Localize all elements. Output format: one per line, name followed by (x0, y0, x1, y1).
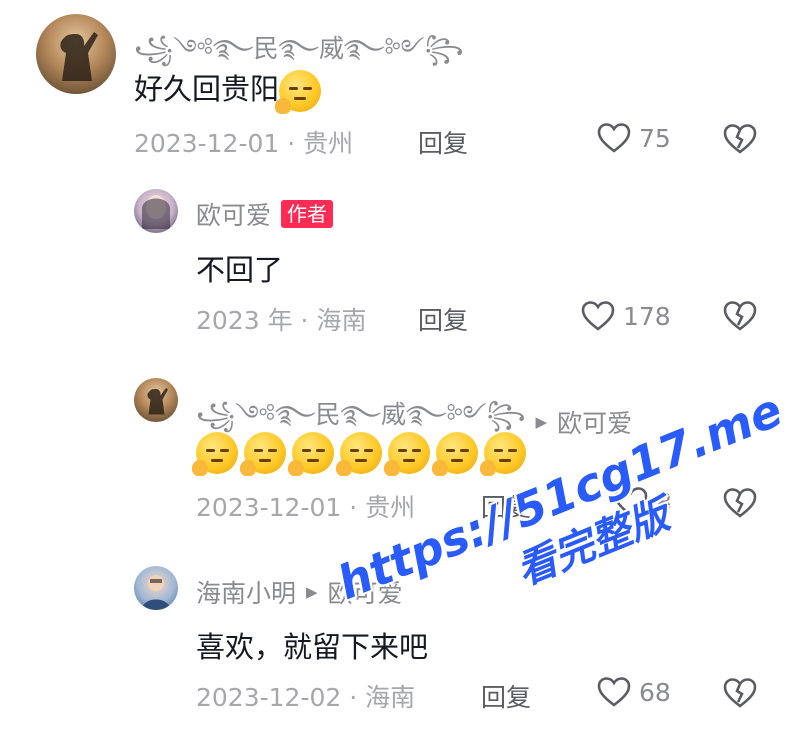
dislike-button[interactable] (723, 300, 757, 332)
thinking-face-emoji (288, 432, 334, 476)
dislike-button[interactable] (723, 677, 757, 709)
reply-to-name[interactable]: 欧可爱 (328, 574, 403, 610)
triangle-right-icon: ▶ (535, 412, 548, 431)
commenter-name-text[interactable]: 海南小明 (196, 574, 296, 610)
like-button[interactable]: 178 (581, 300, 671, 332)
separator-dot: · (349, 683, 358, 712)
avatar-commenter-1-small[interactable] (134, 378, 178, 422)
triangle-right-icon: ▶ (306, 583, 318, 601)
thinking-face-emoji (384, 432, 430, 476)
author-badge: 作者 (281, 200, 334, 228)
comment-location: 海南 (316, 306, 367, 335)
dislike-button[interactable] (723, 123, 757, 155)
reply-header: 海南小明 ▶ 欧可爱 (196, 574, 403, 610)
separator-dot: · (287, 129, 296, 158)
dislike-button[interactable] (723, 487, 757, 519)
heart-outline-icon (581, 300, 615, 332)
thinking-face-emoji (275, 70, 322, 114)
like-count: 68 (639, 677, 671, 707)
author-name-text[interactable]: 欧可爱 (196, 196, 271, 232)
author-name[interactable]: 欧可爱 作者 (196, 196, 334, 232)
emoji-row (192, 432, 532, 476)
avatar-commenter-4[interactable] (134, 566, 178, 610)
comment-date: 2023-12-02 (196, 683, 342, 712)
comment-text: 好久回贵阳 (134, 66, 327, 114)
like-count: 8 (656, 487, 672, 517)
separator-dot: · (300, 306, 309, 335)
heart-outline-icon (597, 122, 631, 154)
comment-meta: 2023-12-01 · 贵州 (134, 124, 353, 160)
broken-heart-icon (723, 487, 757, 519)
comment-location: 海南 (365, 683, 416, 712)
heart-outline-icon (597, 676, 631, 708)
comment-text-content: 好久回贵阳 (134, 72, 280, 106)
avatar-commenter-1[interactable] (36, 14, 116, 94)
thinking-face-emoji (480, 432, 526, 476)
comment-location: 贵州 (303, 129, 354, 158)
comment-date: 2023-12-01 (134, 129, 280, 158)
separator-dot: · (349, 493, 358, 522)
thinking-face-emoji (432, 432, 478, 476)
comment-text: 喜欢，就留下来吧 (196, 630, 429, 664)
like-button[interactable]: 75 (597, 122, 671, 154)
comment-meta: 2023-12-01 · 贵州 (196, 488, 415, 524)
broken-heart-icon (723, 123, 757, 155)
reply-button[interactable]: 回复 (481, 678, 531, 714)
comment-location: 贵州 (365, 493, 416, 522)
thinking-face-emoji (336, 432, 382, 476)
reply-button[interactable]: 回复 (418, 301, 468, 337)
comment-date: 2023 年 (196, 306, 293, 335)
reply-button[interactable]: 回复 (418, 124, 468, 160)
like-count: 75 (639, 123, 671, 153)
broken-heart-icon (723, 300, 757, 332)
reply-to-name[interactable]: 欧可爱 (557, 404, 632, 440)
heart-outline-icon (614, 486, 648, 518)
thinking-face-emoji (240, 432, 286, 476)
like-count: 178 (623, 301, 671, 331)
comment-meta: 2023-12-02 · 海南 (196, 678, 415, 714)
broken-heart-icon (723, 677, 757, 709)
like-button[interactable]: 68 (597, 676, 671, 708)
avatar-author[interactable] (134, 189, 178, 233)
like-button[interactable]: 8 (614, 486, 672, 518)
comment-text: 不回了 (196, 253, 284, 287)
comment-date: 2023-12-01 (196, 493, 342, 522)
thinking-face-emoji (192, 432, 238, 476)
reply-button[interactable]: 回复 (481, 488, 531, 524)
comment-meta: 2023 年 · 海南 (196, 301, 366, 337)
